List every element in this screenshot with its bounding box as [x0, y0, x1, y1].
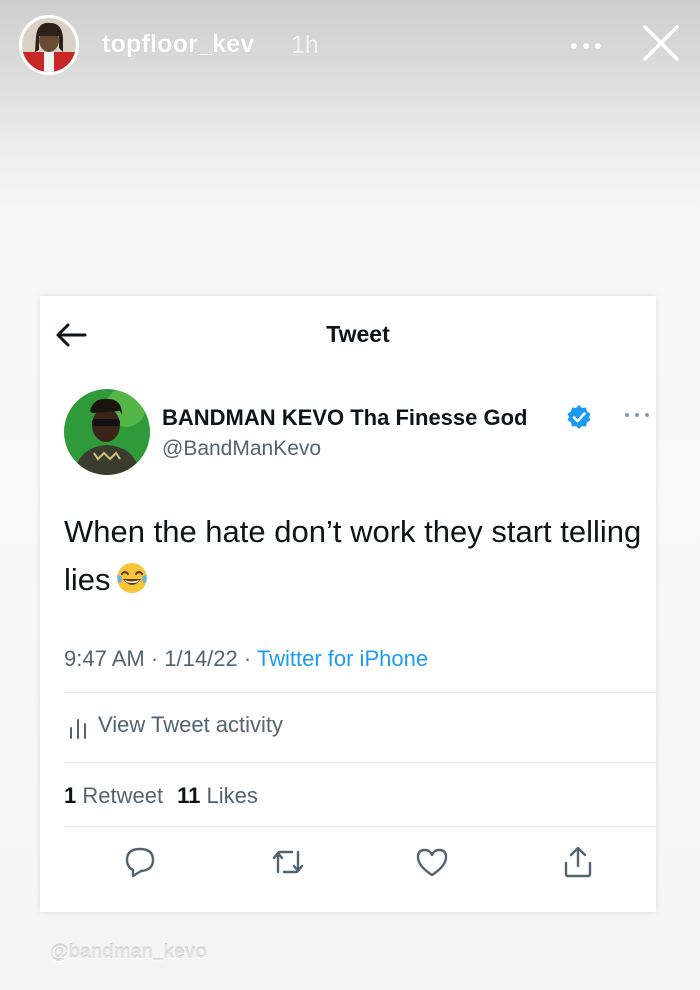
page-title: Tweet — [326, 321, 390, 347]
retweets-count: 1 — [64, 783, 77, 808]
story-avatar[interactable] — [19, 15, 79, 75]
author-display-name[interactable]: BANDMAN KEVO Tha Finesse God — [162, 405, 527, 431]
retweets-stat[interactable]: 1 Retweet — [64, 783, 163, 808]
close-icon[interactable] — [640, 22, 682, 64]
author-avatar[interactable] — [64, 389, 150, 475]
author-avatar-image — [64, 389, 150, 475]
tweet-source-link[interactable]: Twitter for iPhone — [257, 646, 428, 671]
retweets-label: Retweet — [82, 783, 164, 808]
tweet-meta: 9:47 AM · 1/14/22 · Twitter for iPhone — [64, 646, 428, 672]
author-handle[interactable]: @BandManKevo — [162, 437, 321, 461]
tweet-time: 9:47 AM — [64, 646, 145, 671]
divider — [64, 762, 656, 763]
view-tweet-activity-label: View Tweet activity — [98, 712, 284, 737]
watermark: @bandman_kevo — [50, 942, 207, 963]
meta-separator: · — [243, 646, 252, 671]
tweet-nav-bar: Tweet — [40, 296, 656, 376]
reply-icon[interactable] — [122, 844, 158, 880]
like-icon[interactable] — [414, 844, 450, 880]
story-header: topfloor_kev 1h — [0, 0, 700, 95]
likes-label: Likes — [206, 783, 258, 808]
tweet-text-content: When the hate don’t work they start tell… — [64, 514, 642, 597]
likes-count: 11 — [177, 783, 201, 808]
tweet-text: When the hate don’t work they start tell… — [64, 508, 644, 604]
likes-stat[interactable]: 11 Likes — [177, 783, 258, 808]
story-username[interactable]: topfloor_kev — [102, 30, 254, 59]
share-icon[interactable] — [560, 844, 596, 880]
verified-badge-icon — [567, 405, 591, 429]
retweet-icon[interactable] — [270, 844, 306, 880]
story-avatar-image — [22, 18, 76, 72]
tweet-date: 1/14/22 — [164, 646, 238, 671]
more-horizontal-icon[interactable] — [566, 30, 606, 60]
tweet-stats: 1 Retweet 11 Likes — [64, 783, 258, 809]
divider — [64, 826, 656, 827]
analytics-icon — [70, 719, 86, 739]
laughing-tears-emoji-icon — [116, 563, 147, 593]
meta-separator: · — [150, 646, 159, 671]
tweet-more-icon[interactable] — [622, 410, 652, 420]
divider — [64, 692, 656, 693]
tweet-card: Tweet BANDMAN KEVO Tha Finesse God @Band… — [40, 296, 656, 912]
story-timestamp: 1h — [291, 31, 319, 59]
tweet-action-bar — [40, 844, 656, 888]
